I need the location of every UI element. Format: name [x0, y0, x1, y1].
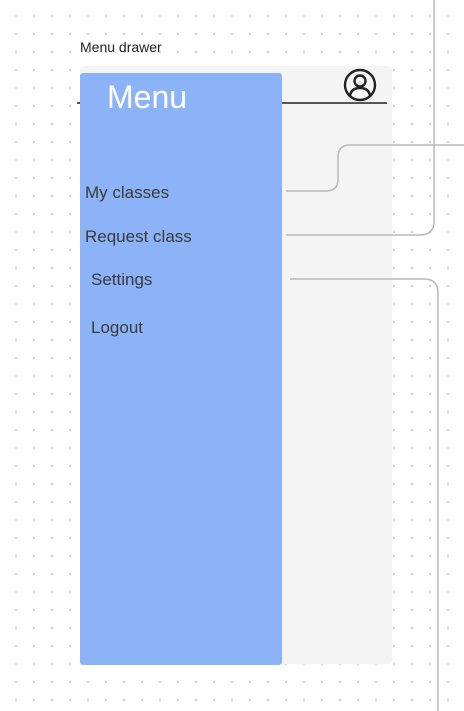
menu-item-settings[interactable]: Settings	[91, 270, 152, 290]
user-avatar-icon[interactable]	[341, 68, 379, 102]
menu-item-logout[interactable]: Logout	[91, 318, 143, 338]
frame-title: Menu drawer	[80, 39, 162, 55]
menu-drawer: Menu	[80, 73, 282, 665]
drawer-title: Menu	[107, 79, 188, 115]
menu-item-request-class[interactable]: Request class	[85, 227, 192, 247]
menu-item-my-classes[interactable]: My classes	[85, 183, 169, 203]
